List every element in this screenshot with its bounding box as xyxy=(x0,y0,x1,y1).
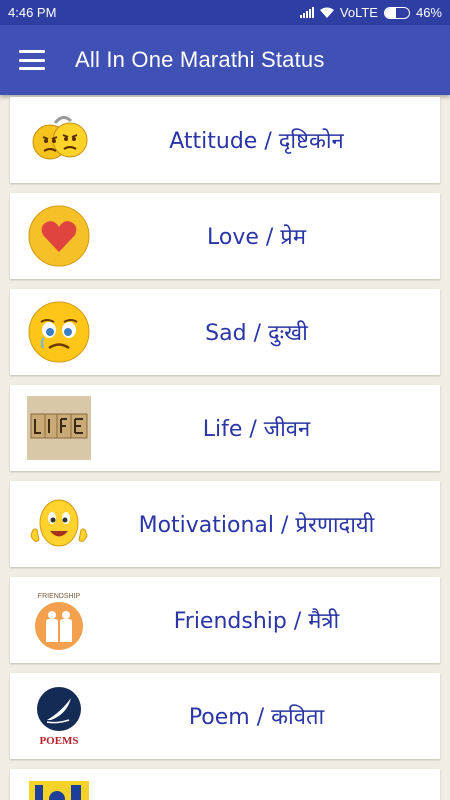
friendship-icon: FRIENDSHIP xyxy=(35,593,83,650)
category-item-motivational[interactable]: Motivational / प्रेरणादायी xyxy=(10,481,440,567)
status-icons: VoLTE 46% xyxy=(299,5,442,20)
category-label: Sad / दुःखी xyxy=(205,321,308,346)
network-label: VoLTE xyxy=(339,5,378,20)
category-label: Attitude / दृष्टिकोन xyxy=(169,129,344,154)
category-item-friendship[interactable]: FRIENDSHIP Friendship / मैत्री xyxy=(10,577,440,663)
poems-icon-text: POEMS xyxy=(39,735,78,747)
status-bar: 4:46 PM VoLTE 46% xyxy=(0,0,450,25)
category-item-life[interactable]: Life / जीवन xyxy=(10,385,440,471)
app-bar: All In One Marathi Status xyxy=(0,25,450,95)
thumbs-up-emoji-icon xyxy=(30,499,88,547)
attitude-emoji-icon xyxy=(32,116,88,160)
battery-icon xyxy=(383,6,410,19)
wifi-icon xyxy=(319,7,334,18)
app-title: All In One Marathi Status xyxy=(75,47,325,72)
status-time: 4:46 PM xyxy=(8,5,57,20)
category-label: Life / जीवन xyxy=(202,417,311,442)
hamburger-icon[interactable] xyxy=(19,50,45,70)
category-label: Poem / कविता xyxy=(188,705,325,730)
category-label: Motivational / प्रेरणादायी xyxy=(138,513,375,538)
sad-emoji-icon xyxy=(28,301,90,363)
friendship-icon-text: FRIENDSHIP xyxy=(38,593,81,600)
category-item-partial[interactable] xyxy=(10,769,440,800)
category-label: Friendship / मैत्री xyxy=(173,609,340,634)
category-item-poem[interactable]: POEMS Poem / कविता xyxy=(10,673,440,759)
category-list: Attitude / दृष्टिकोन Love / प्रेम Sad / … xyxy=(10,97,440,800)
poems-quill-icon: POEMS xyxy=(37,687,81,747)
signal-icon xyxy=(299,7,314,18)
life-blocks-icon xyxy=(27,396,91,460)
battery-percent: 46% xyxy=(415,5,442,20)
category-label: Love / प्रेम xyxy=(207,225,306,250)
partial-icon xyxy=(29,781,89,800)
category-item-sad[interactable]: Sad / दुःखी xyxy=(10,289,440,375)
category-item-love[interactable]: Love / प्रेम xyxy=(10,193,440,279)
category-item-attitude[interactable]: Attitude / दृष्टिकोन xyxy=(10,97,440,183)
love-heart-icon xyxy=(28,205,90,267)
